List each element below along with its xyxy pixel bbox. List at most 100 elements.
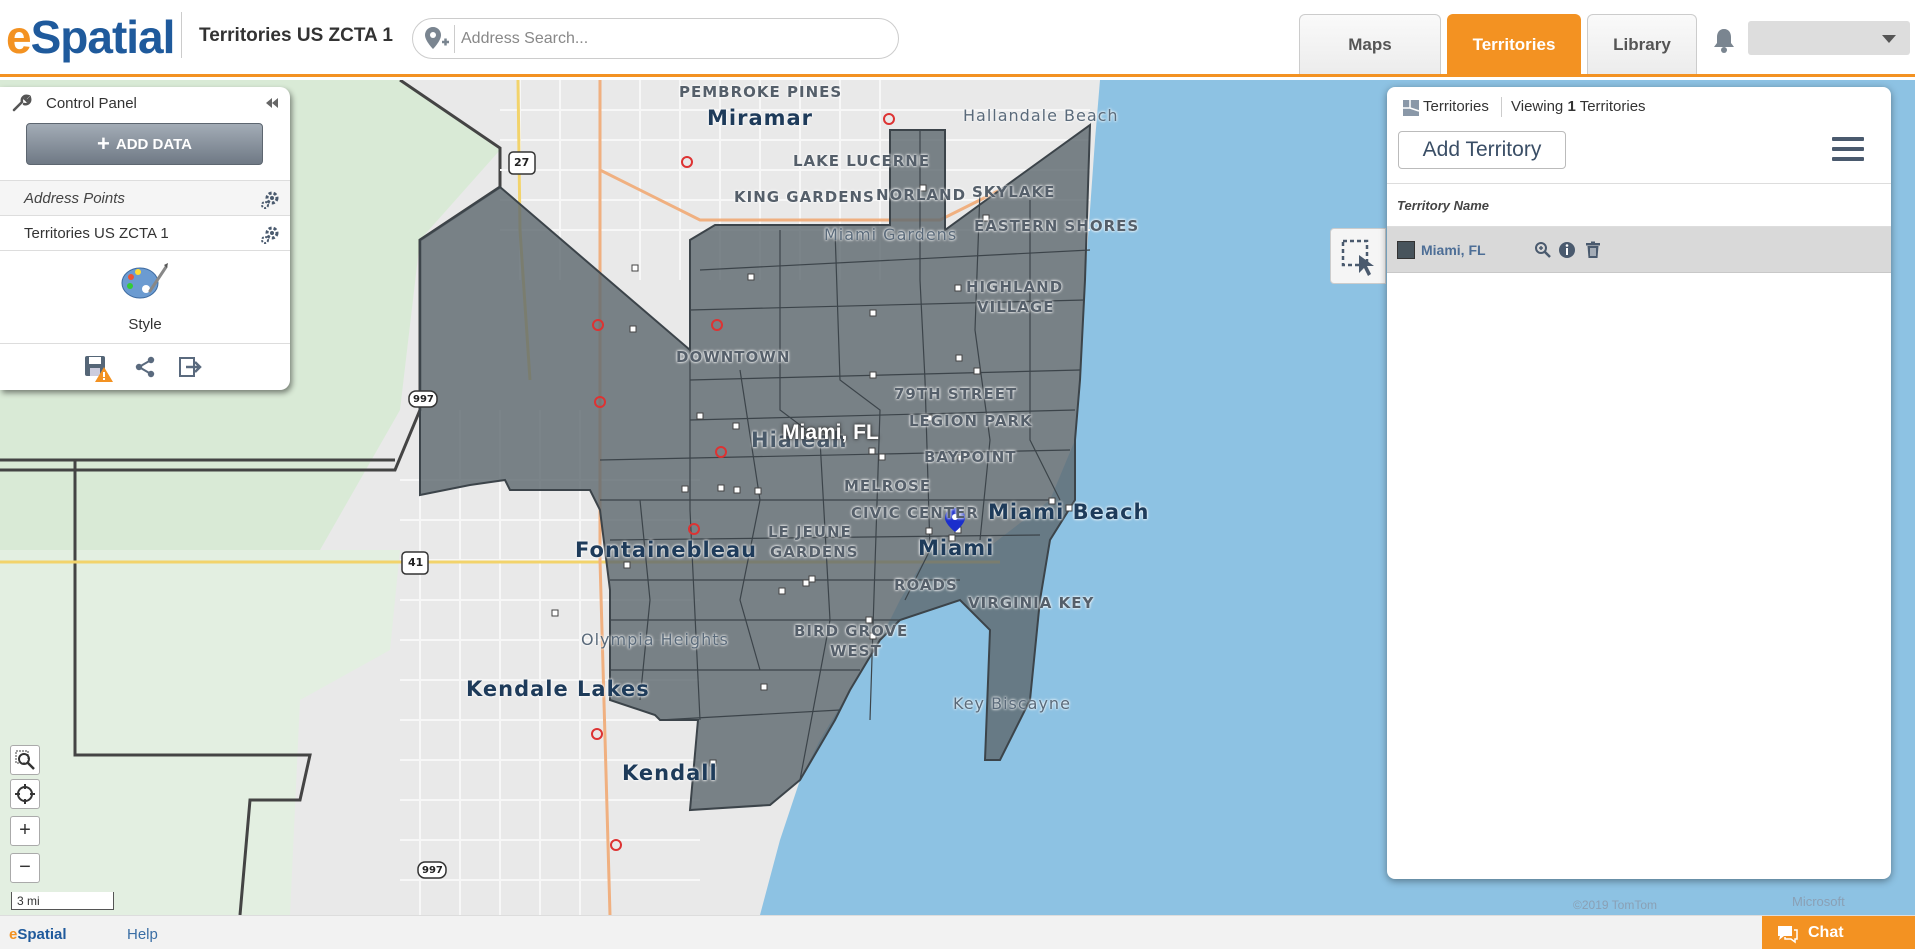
territories-panel: Territories Viewing 1 Territories Add Te… bbox=[1387, 87, 1891, 879]
map-label: Fontainebleau bbox=[575, 538, 758, 562]
territories-panel-title: Territories bbox=[1423, 98, 1489, 115]
locate-tool[interactable] bbox=[10, 779, 40, 809]
zoom-to-territory-icon[interactable] bbox=[1534, 241, 1552, 259]
logo-e: e bbox=[6, 11, 32, 63]
map-label: 79TH STREET bbox=[894, 385, 1018, 403]
shield-label: 27 bbox=[514, 156, 530, 169]
trash-icon[interactable] bbox=[1584, 241, 1602, 259]
map-label: Miami Beach bbox=[988, 500, 1150, 524]
zoom-out-button[interactable]: − bbox=[10, 853, 40, 883]
layer-territories[interactable]: Territories US ZCTA 1 bbox=[0, 215, 290, 250]
map-label: Miami bbox=[918, 536, 995, 560]
shield-label: 997 bbox=[413, 394, 434, 405]
paint-palette-icon[interactable] bbox=[120, 261, 170, 301]
map-label: CIVIC CENTER bbox=[851, 504, 979, 522]
viewing-count-text: Viewing 1 Territories bbox=[1511, 98, 1646, 115]
style-label: Style bbox=[128, 316, 162, 333]
map-label: Miramar bbox=[707, 106, 814, 130]
scale-bar: 3 mi bbox=[11, 892, 114, 910]
espatial-logo[interactable]: eSpatial bbox=[6, 10, 176, 64]
tab-territories[interactable]: Territories bbox=[1447, 14, 1581, 74]
territory-row[interactable]: Miami, FL bbox=[1387, 227, 1891, 273]
map-title: Territories US ZCTA 1 bbox=[199, 25, 393, 46]
zoom-box-icon bbox=[15, 750, 35, 770]
export-icon[interactable] bbox=[178, 355, 202, 379]
collapse-left-icon[interactable] bbox=[265, 97, 279, 109]
select-territory-tool[interactable] bbox=[1330, 228, 1386, 284]
shield-label: 997 bbox=[422, 865, 443, 876]
map-label: BAYPOINT bbox=[924, 448, 1017, 466]
viewing-prefix: Viewing bbox=[1511, 98, 1564, 115]
map-label: GARDENS bbox=[770, 543, 859, 561]
address-search-box bbox=[412, 18, 899, 59]
territories-icon bbox=[1403, 100, 1420, 116]
map-label: LAKE LUCERNE bbox=[793, 152, 931, 170]
top-header: eSpatial Territories US ZCTA 1 Maps Terr… bbox=[0, 0, 1915, 77]
add-data-button[interactable]: + ADD DATA bbox=[26, 123, 263, 165]
column-header-label: Territory Name bbox=[1397, 198, 1489, 213]
chevron-down-icon bbox=[1882, 35, 1896, 43]
map-label: LE JEUNE bbox=[768, 523, 852, 541]
territory-name-link[interactable]: Miami, FL bbox=[1421, 242, 1486, 258]
layer-settings-gear-icon[interactable] bbox=[260, 223, 282, 245]
map-label: Kendall bbox=[622, 761, 718, 785]
footer-logo[interactable]: eSpatial bbox=[9, 926, 67, 943]
microsoft-credit: Microsoft bbox=[1792, 894, 1845, 909]
control-panel-footer bbox=[0, 343, 290, 390]
map-label: SKYLAKE bbox=[972, 183, 1056, 201]
chat-bubble-icon bbox=[1778, 926, 1798, 944]
tab-maps[interactable]: Maps bbox=[1299, 14, 1441, 74]
tomtom-credit: ©2019 TomTom bbox=[1573, 898, 1657, 912]
layer-settings-gear-icon[interactable] bbox=[260, 188, 282, 210]
hamburger-menu-icon[interactable] bbox=[1832, 137, 1864, 165]
map-label: WEST bbox=[830, 642, 882, 660]
selection-cursor-icon bbox=[1341, 239, 1374, 276]
add-territory-button[interactable]: Add Territory bbox=[1398, 131, 1566, 169]
tab-library[interactable]: Library bbox=[1587, 14, 1697, 74]
map-label: KING GARDENS bbox=[734, 188, 875, 206]
plus-icon: + bbox=[97, 131, 110, 156]
territory-map-label: Miami, FL bbox=[782, 421, 879, 444]
map-label: Key Biscayne bbox=[953, 694, 1071, 713]
map-label: DOWNTOWN bbox=[676, 348, 791, 366]
map-label: Miami Gardens bbox=[824, 225, 958, 244]
user-menu-dropdown[interactable] bbox=[1748, 21, 1910, 55]
chat-button[interactable]: Chat bbox=[1762, 916, 1915, 949]
zoom-in-button[interactable]: + bbox=[10, 816, 40, 846]
viewing-count: 1 bbox=[1567, 98, 1576, 115]
wrench-icon bbox=[12, 94, 32, 112]
map-label: Hallandale Beach bbox=[963, 106, 1119, 125]
control-panel-title: Control Panel bbox=[46, 95, 137, 112]
footer-bar: eSpatial Help Chat bbox=[0, 915, 1915, 949]
map-label: VIRGINIA KEY bbox=[968, 594, 1095, 612]
map-label: MELROSE bbox=[844, 477, 932, 495]
shield-label: 41 bbox=[408, 556, 424, 569]
save-warning-icon[interactable] bbox=[84, 355, 114, 383]
territory-name-column-header[interactable]: Territory Name bbox=[1387, 183, 1891, 227]
layer-label: Territories US ZCTA 1 bbox=[24, 225, 169, 242]
footer-logo-rest: Spatial bbox=[17, 926, 67, 943]
map-label: ROADS bbox=[894, 576, 958, 594]
search-input[interactable] bbox=[461, 27, 881, 51]
map-label: LEGION PARK bbox=[909, 412, 1033, 430]
chat-label: Chat bbox=[1808, 924, 1844, 941]
viewing-suffix: Territories bbox=[1579, 98, 1646, 115]
map-pin-add-icon[interactable] bbox=[421, 25, 455, 53]
map-label: PEMBROKE PINES bbox=[679, 83, 843, 101]
control-panel-header: Control Panel bbox=[0, 87, 290, 118]
territory-color-swatch[interactable] bbox=[1397, 241, 1415, 259]
layer-address-points[interactable]: Address Points bbox=[0, 180, 290, 215]
logo-rest: Spatial bbox=[30, 11, 176, 63]
share-icon[interactable] bbox=[133, 355, 157, 379]
notification-bell-icon[interactable] bbox=[1711, 26, 1737, 54]
map-label: NORLAND bbox=[876, 186, 967, 204]
control-panel: Control Panel + ADD DATA Address Points T… bbox=[0, 87, 290, 390]
header-separator bbox=[1501, 97, 1502, 117]
zoom-box-tool[interactable] bbox=[10, 745, 40, 775]
info-icon[interactable] bbox=[1558, 241, 1576, 259]
crosshair-icon bbox=[15, 784, 35, 804]
map-label: Kendale Lakes bbox=[466, 677, 650, 701]
help-link[interactable]: Help bbox=[127, 926, 158, 943]
map-label: BIRD GROVE bbox=[794, 622, 909, 640]
style-section[interactable]: Style bbox=[0, 250, 290, 343]
